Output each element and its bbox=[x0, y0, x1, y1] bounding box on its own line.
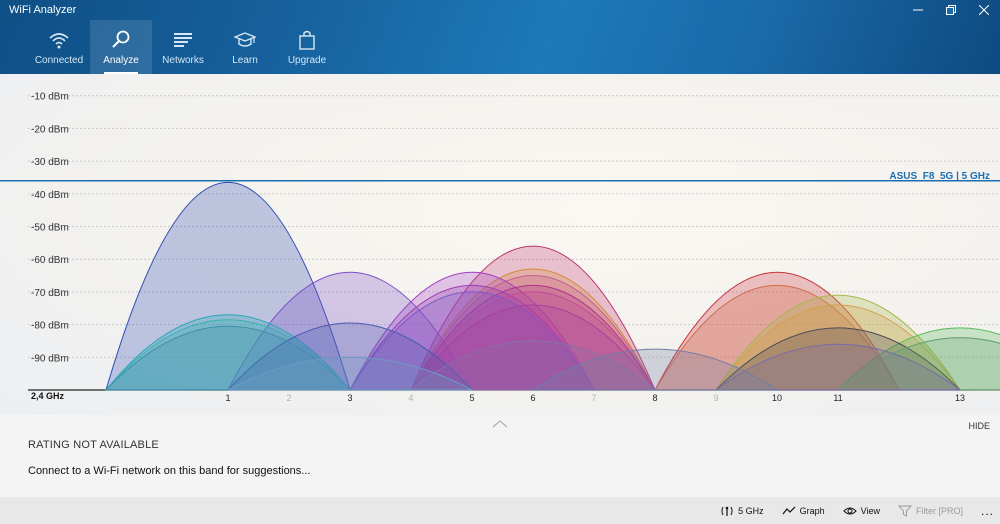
nav-label-networks: Networks bbox=[162, 55, 204, 66]
x-tick-label: 10 bbox=[772, 393, 782, 403]
suggestion-text: Connect to a Wi-Fi network on this band … bbox=[28, 465, 311, 477]
minimize-button[interactable] bbox=[901, 0, 934, 20]
x-tick-label: 11 bbox=[833, 393, 842, 403]
y-tick-label: -80 dBm bbox=[31, 321, 69, 332]
y-tick-label: -10 dBm bbox=[31, 92, 69, 103]
band-button-label: 5 GHz bbox=[738, 505, 764, 516]
graph-button-label: Graph bbox=[799, 505, 825, 516]
eye-icon bbox=[842, 507, 857, 514]
close-button[interactable] bbox=[967, 0, 1000, 20]
graph-line-icon bbox=[782, 506, 796, 514]
nav-label-analyze: Analyze bbox=[103, 55, 139, 66]
x-tick-label: 13 bbox=[955, 393, 965, 403]
maximize-button[interactable] bbox=[934, 0, 967, 20]
rating-panel: HIDE RATING NOT AVAILABLE Connect to a W… bbox=[0, 415, 1000, 497]
y-tick-label: -30 dBm bbox=[31, 157, 69, 168]
view-button[interactable]: View bbox=[842, 505, 880, 517]
graph-button[interactable]: Graph bbox=[782, 505, 825, 517]
y-tick-label: -50 dBm bbox=[31, 223, 69, 234]
minimize-icon bbox=[912, 9, 923, 11]
nav-item-analyze[interactable]: Analyze bbox=[90, 20, 152, 74]
x-tick-label: 6 bbox=[530, 393, 535, 403]
x-tick-label: 5 bbox=[469, 393, 474, 403]
filter-icon bbox=[897, 505, 912, 517]
filter-button[interactable]: Filter [PRO] bbox=[897, 505, 963, 517]
x-tick-label: 2 bbox=[286, 393, 291, 403]
graduation-cap-icon bbox=[233, 29, 257, 51]
y-tick-label: -20 dBm bbox=[31, 124, 69, 135]
nav-item-networks[interactable]: Networks bbox=[152, 20, 214, 74]
view-button-label: View bbox=[860, 505, 880, 516]
band-label: 2,4 GHz bbox=[31, 391, 65, 401]
maximize-icon bbox=[945, 5, 956, 15]
band-button[interactable]: 5 GHz bbox=[720, 505, 764, 517]
x-tick-labels: 1 2 3 4 5 6 7 8 9 10 11 13 bbox=[225, 393, 965, 403]
nav-item-upgrade[interactable]: Upgrade bbox=[276, 20, 338, 74]
window-controls bbox=[901, 0, 1000, 20]
x-tick-label: 1 bbox=[225, 393, 230, 403]
list-icon bbox=[172, 29, 194, 51]
y-tick-label: -60 dBm bbox=[31, 255, 69, 266]
command-bar: 5 GHz Graph View Filter [PRO] ... bbox=[0, 497, 1000, 524]
x-tick-label: 9 bbox=[713, 393, 718, 403]
hide-button[interactable]: HIDE bbox=[968, 421, 990, 431]
channel-graph[interactable]: -10 dBm -20 dBm -30 dBm -40 dBm -50 dBm -60 d… bbox=[0, 74, 1000, 415]
x-tick-label: 4 bbox=[408, 393, 413, 403]
magnifier-icon bbox=[110, 29, 132, 51]
window-title: WiFi Analyzer bbox=[9, 4, 77, 16]
shopping-bag-icon bbox=[296, 29, 318, 51]
y-tick-label: -70 dBm bbox=[31, 288, 69, 299]
close-icon bbox=[978, 5, 989, 15]
nav-item-connected[interactable]: Connected bbox=[28, 20, 90, 74]
x-tick-label: 7 bbox=[591, 393, 596, 403]
filter-button-label: Filter [PRO] bbox=[915, 505, 963, 516]
chevron-up-icon[interactable] bbox=[492, 419, 508, 429]
nav-label-learn: Learn bbox=[232, 55, 258, 66]
more-button[interactable]: ... bbox=[981, 504, 994, 518]
nav-item-learn[interactable]: Learn bbox=[214, 20, 276, 74]
band-antenna-icon bbox=[721, 506, 733, 516]
wifi-icon bbox=[48, 29, 70, 51]
nav-label-upgrade: Upgrade bbox=[287, 55, 327, 66]
channel-graph-svg: -10 dBm -20 dBm -30 dBm -40 dBm -50 dBm -60 d… bbox=[0, 92, 1000, 403]
y-tick-labels: -10 dBm -20 dBm -30 dBm -40 dBm -50 dBm -60 d… bbox=[31, 92, 69, 365]
app-header: WiFi Analyzer Connected Analyze Networks… bbox=[0, 0, 1000, 74]
x-tick-label: 3 bbox=[347, 393, 352, 403]
highlighted-network-label[interactable]: ASUS_F8_5G | 5 GHz bbox=[889, 171, 990, 182]
main-nav: Connected Analyze Networks Learn Upgrade bbox=[28, 20, 338, 74]
x-tick-label: 8 bbox=[652, 393, 657, 403]
y-tick-label: -90 dBm bbox=[31, 353, 69, 364]
network-curves bbox=[104, 181, 1000, 391]
nav-label-connected: Connected bbox=[34, 55, 84, 66]
y-tick-label: -40 dBm bbox=[31, 190, 69, 201]
rating-status: RATING NOT AVAILABLE bbox=[28, 439, 159, 451]
